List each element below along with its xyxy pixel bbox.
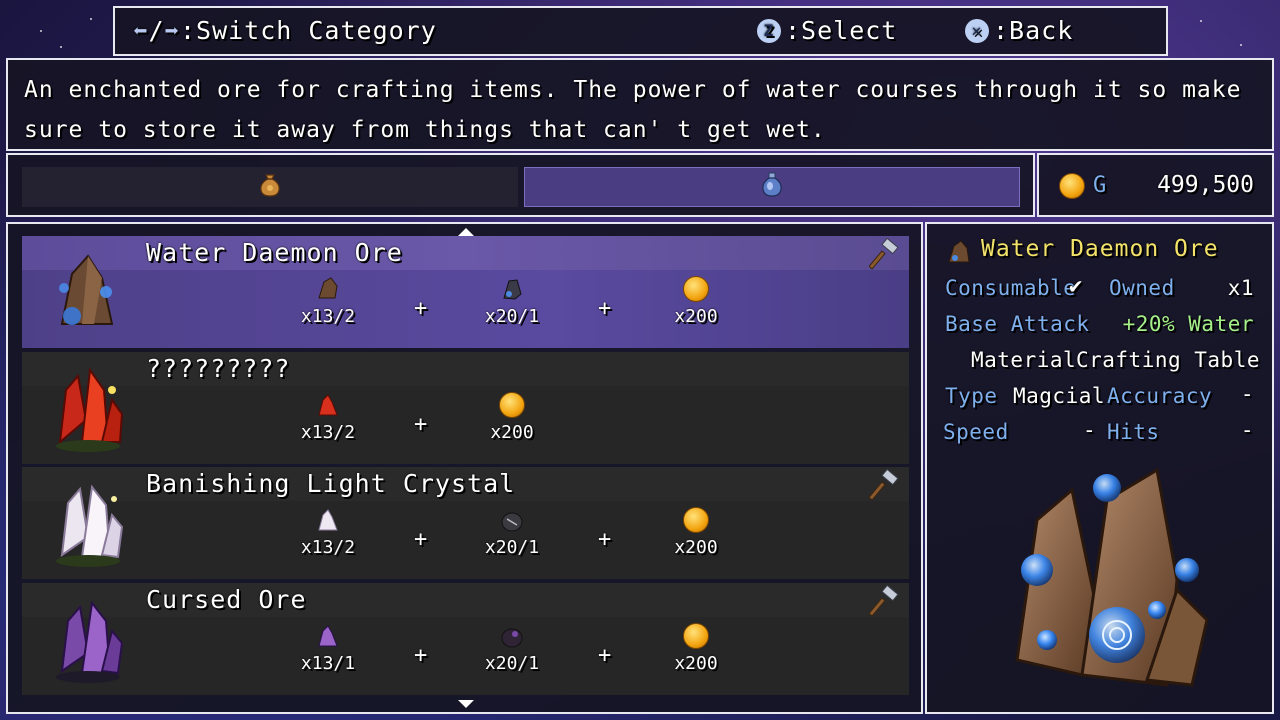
back-hint[interactable]: ✕:Back (965, 16, 1073, 45)
gold-coin-icon (683, 276, 709, 302)
dark-purple-stone-icon (499, 623, 525, 649)
item-detail-panel: Water Daemon Ore Consumable ✔ Owned x1 B… (925, 222, 1274, 714)
red-crystal-icon (315, 392, 341, 418)
red-crystal-thumbnail (42, 360, 134, 456)
owned-value: x1 (1227, 276, 1254, 300)
purple-crystal-icon (315, 623, 341, 649)
ingredient: x20/1 (472, 276, 552, 327)
hammer-icon (868, 237, 901, 270)
left-arrow-icon: ⬅ (133, 17, 149, 45)
pouch-icon (258, 171, 282, 203)
speed-value: - (1083, 418, 1097, 442)
x-button-icon: ✕ (965, 19, 989, 43)
ingredient: x13/2 (288, 276, 368, 327)
select-label: :Select (785, 16, 898, 45)
check-icon: ✔ (1069, 274, 1083, 299)
base-attack-label: Base Attack (945, 312, 1090, 336)
ingredient: x13/2 (288, 507, 368, 558)
gold-display: G 499,500 (1037, 153, 1274, 217)
gold-coin-icon (683, 623, 709, 649)
recipe-row-cursed-ore[interactable]: Cursed Ore x13/1 + x20/1 + x200 (22, 583, 909, 695)
white-crystal-icon (315, 507, 341, 533)
category-tabs (6, 153, 1035, 217)
right-arrow-icon: ➡ (164, 17, 180, 45)
recipe-name: ????????? (146, 354, 291, 383)
base-attack-value: +20% Water (1122, 312, 1254, 336)
ore-icon (945, 238, 973, 270)
water-daemon-ore-thumbnail (42, 244, 134, 340)
recipe-name: Water Daemon Ore (146, 238, 403, 267)
z-button-icon: Z (757, 19, 781, 43)
item-artwork (977, 460, 1227, 700)
recipe-row-banishing-light-crystal[interactable]: Banishing Light Crystal x13/2 + x20/1 + … (22, 467, 909, 579)
switch-category-hint: ⬅/➡:Switch Category (133, 16, 437, 45)
owned-label: Owned (1109, 276, 1175, 300)
hammer-icon (868, 584, 901, 617)
detail-title: Water Daemon Ore (981, 236, 1219, 262)
scroll-down-arrow-icon[interactable] (458, 700, 474, 708)
gold-coin-icon (499, 392, 525, 418)
ingredient: x20/1 (472, 507, 552, 558)
hammer-icon (868, 468, 901, 501)
gold-amount: 499,500 (1157, 172, 1254, 198)
speed-label: Speed (943, 420, 1009, 444)
tab-potion[interactable] (524, 167, 1020, 207)
consumable-label: Consumable (945, 276, 1077, 300)
white-crystal-thumbnail (42, 475, 134, 571)
gold-coin-icon (683, 507, 709, 533)
potion-icon (760, 171, 784, 203)
ingredient: x200 (656, 623, 736, 674)
brown-ore-icon (315, 276, 341, 302)
item-description: An enchanted ore for crafting items. The… (24, 77, 1242, 143)
scroll-up-arrow-icon[interactable] (458, 228, 474, 236)
ingredient: x20/1 (472, 623, 552, 674)
material-value: Crafting Table (1075, 348, 1260, 372)
ingredient: x13/2 (288, 392, 368, 443)
recipe-name: Cursed Ore (146, 585, 307, 614)
select-hint[interactable]: Z:Select (757, 16, 897, 45)
accuracy-label: Accuracy (1107, 384, 1213, 408)
switch-category-label: :Switch Category (179, 16, 437, 45)
gold-label: G (1093, 173, 1107, 198)
type-value: Magcial (1013, 384, 1106, 408)
hits-value: - (1240, 418, 1254, 442)
ingredient: x200 (472, 392, 552, 443)
ingredient: x200 (656, 507, 736, 558)
recipe-list: Water Daemon Ore x13/2 + x20/1 + x200 ??… (6, 222, 923, 714)
dark-ore-icon (499, 276, 525, 302)
recipe-row-unknown[interactable]: ????????? x13/2 + x200 (22, 352, 909, 464)
controls-hint-bar: ⬅/➡:Switch Category Z:Select ✕:Back (113, 6, 1168, 56)
purple-crystal-thumbnail (42, 591, 134, 687)
back-label: :Back (993, 16, 1074, 45)
ingredient: x13/1 (288, 623, 368, 674)
recipe-name: Banishing Light Crystal (146, 469, 516, 498)
type-label: Type (945, 384, 998, 408)
hits-label: Hits (1107, 420, 1160, 444)
ingredient: x200 (656, 276, 736, 327)
recipe-row-water-daemon-ore[interactable]: Water Daemon Ore x13/2 + x20/1 + x200 (22, 236, 909, 348)
accuracy-value: - (1240, 382, 1254, 406)
dark-stone-icon (499, 507, 525, 533)
material-label: Material (971, 348, 1077, 372)
tab-pouch[interactable] (22, 167, 518, 207)
gold-coin-icon (1059, 173, 1085, 199)
item-description-box: An enchanted ore for crafting items. The… (6, 58, 1274, 151)
